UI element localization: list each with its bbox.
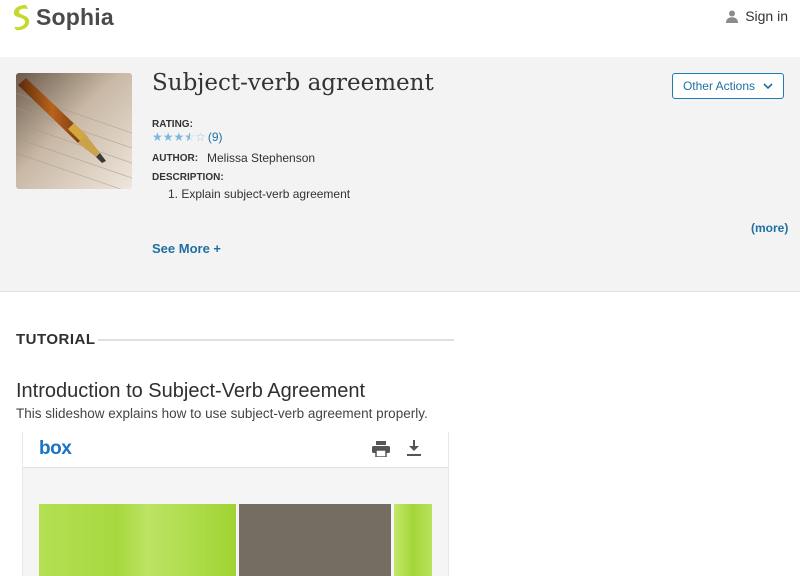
star-icon: ★ [152,130,163,144]
resource-summary: Subject-verb agreement Other Actions RAT… [0,57,800,292]
viewer-toolbar: box [23,432,448,468]
description-label: DESCRIPTION: [152,172,224,183]
chevron-down-icon [763,83,773,89]
other-actions-button[interactable]: Other Actions [672,73,784,99]
other-actions-label: Other Actions [682,79,756,93]
tutorial-title: Introduction to Subject-Verb Agreement [16,380,366,402]
sophia-logo-icon [13,5,30,31]
more-link[interactable]: (more) [751,221,788,235]
section-divider [98,339,454,341]
site-header: Sophia Sign in [0,0,800,57]
box-logo[interactable]: box [39,438,72,460]
slide-preview [39,504,432,576]
resource-thumbnail [16,73,132,189]
pen-on-paper-image [16,73,132,189]
star-rating[interactable]: ★★★☆★☆ (9) [152,130,223,144]
section-heading: TUTORIAL [16,331,96,348]
tutorial-description: This slideshow explains how to use subje… [16,406,428,421]
star-icon: ☆★ [184,130,196,144]
slide-gray-panel [239,504,391,576]
see-more-link[interactable]: See More + [152,241,221,256]
star-icon: ☆ [195,130,206,144]
sign-in-link[interactable]: Sign in [726,8,788,24]
description-item: 1. Explain subject-verb agreement [168,187,351,201]
rating-count[interactable]: (9) [208,130,223,144]
slide-green-panel-left [39,504,236,576]
star-icon: ★ [162,130,174,144]
rating-label: RATING: [152,119,193,130]
print-icon[interactable] [372,441,390,457]
star-icon: ★ [173,130,185,144]
sophia-logo[interactable]: Sophia [10,2,114,32]
brand-name: Sophia [36,3,114,30]
download-icon[interactable] [407,440,421,457]
sign-in-label: Sign in [745,8,788,24]
user-icon [726,10,739,23]
slideshow-viewer[interactable]: box [22,432,449,576]
slide-green-panel-right [394,504,432,576]
resource-title: Subject-verb agreement [152,70,434,96]
author-name: Melissa Stephenson [207,151,316,165]
author-label: AUTHOR: [152,153,199,164]
